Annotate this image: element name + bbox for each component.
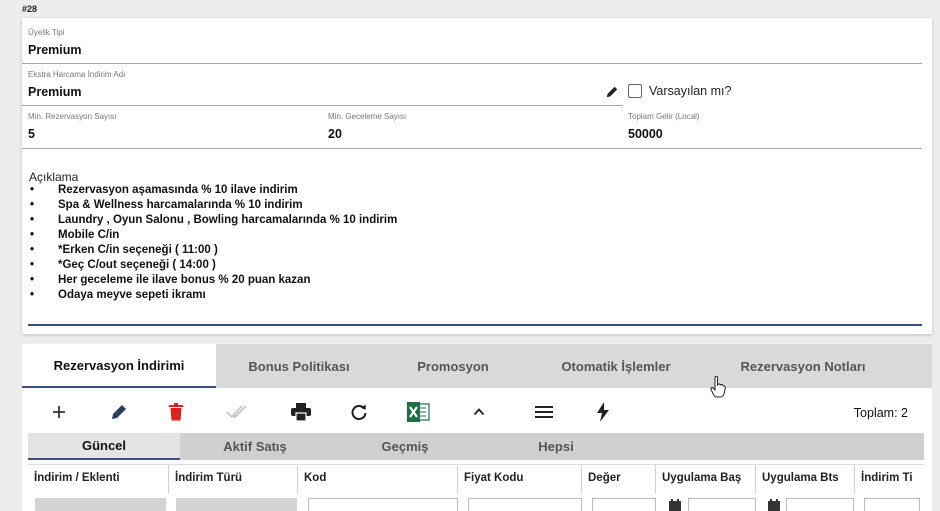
description-item: Laundry , Oyun Salonu , Bowling harcamal… [29, 214, 397, 229]
add-icon [53, 406, 65, 418]
total-count: Toplam: 2 [853, 406, 908, 420]
collapse-button[interactable] [466, 399, 492, 425]
delete-icon [169, 403, 183, 421]
default-checkbox-label: Varsayılan mı? [649, 84, 732, 98]
excel-export-button[interactable] [405, 399, 431, 425]
pencil-icon[interactable] [605, 85, 619, 99]
calendar-icon[interactable] [669, 499, 681, 511]
membership-type-value: Premium [28, 43, 82, 57]
min-nights-label: Min. Geceleme Sayısı [328, 112, 407, 121]
edit-button[interactable] [106, 399, 132, 425]
column-header[interactable]: İndirim / Eklenti [28, 465, 169, 493]
approve-button[interactable] [224, 399, 250, 425]
filter-input[interactable] [864, 498, 920, 511]
subtab-past[interactable]: Geçmiş [330, 433, 480, 460]
column-header[interactable]: Uygulama Bts [756, 465, 855, 493]
tab-reservation-notes[interactable]: Rezervasyon Notları [708, 344, 898, 388]
description-underline [28, 324, 922, 326]
grid-header: İndirim / Eklenti İndirim Türü Kod Fiyat… [28, 464, 924, 493]
default-checkbox[interactable] [628, 84, 642, 98]
description-label: Açıklama [29, 170, 79, 184]
collapse-icon [473, 408, 485, 416]
subtab-all[interactable]: Hepsi [480, 433, 632, 460]
description-item: *Erken C/in seçeneği ( 11:00 ) [29, 244, 397, 259]
column-header[interactable]: Uygulama Baş [656, 465, 756, 493]
description-item: Mobile C/in [29, 229, 397, 244]
total-income-value: 50000 [628, 127, 663, 141]
description-item: Odaya meyve sepeti ikramı [29, 289, 397, 304]
add-button[interactable] [46, 399, 72, 425]
subtab-active-sale[interactable]: Aktif Satış [180, 433, 330, 460]
flash-button[interactable] [590, 399, 616, 425]
description-item: Spa & Wellness harcamalarında % 10 indir… [29, 199, 397, 214]
hand-cursor-icon [710, 376, 726, 398]
subtab-bar: Güncel Aktif Satış Geçmiş Hepsi [28, 433, 924, 460]
extra-discount-name-value: Premium [28, 85, 82, 99]
grid-toolbar: Toplam: 2 [22, 391, 932, 433]
total-income-label: Toplam Gelir (Local) [628, 112, 700, 121]
record-id: #28 [22, 4, 38, 14]
tab-promotion[interactable]: Promosyon [382, 344, 524, 388]
min-reservations-label: Min. Rezervasyon Sayısı [28, 112, 117, 121]
tab-bonus-policy[interactable]: Bonus Politikası [216, 344, 382, 388]
membership-type-label: Üyelik Tipi [28, 28, 65, 37]
refresh-icon [351, 404, 367, 420]
min-nights-field[interactable]: Min. Geceleme Sayısı 20 [322, 110, 623, 149]
membership-type-field[interactable]: Üyelik Tipi Premium [22, 26, 922, 64]
filter-date-input[interactable] [688, 498, 756, 511]
detail-panel: Rezervasyon İndirimi Bonus Politikası Pr… [22, 344, 932, 511]
delete-button[interactable] [163, 399, 189, 425]
form-card: Üyelik Tipi Premium Ekstra Harcama İndir… [22, 18, 932, 334]
grid-filter-row [28, 498, 924, 511]
print-button[interactable] [288, 399, 314, 425]
menu-button[interactable] [531, 399, 557, 425]
tab-automatic-operations[interactable]: Otomatik İşlemler [524, 344, 708, 388]
menu-icon [535, 406, 553, 418]
refresh-button[interactable] [346, 399, 372, 425]
description-item: Her geceleme ile ilave bonus % 20 puan k… [29, 274, 397, 289]
column-header[interactable]: İndirim Türü [169, 465, 298, 493]
approve-icon [226, 405, 247, 419]
description-item: Rezervasyon aşamasında % 10 ilave indiri… [29, 184, 397, 199]
default-checkbox-row[interactable]: Varsayılan mı? [628, 84, 731, 98]
column-header[interactable]: Fiyat Kodu [458, 465, 582, 493]
tab-reservation-discount[interactable]: Rezervasyon İndirimi [22, 344, 216, 388]
min-nights-value: 20 [328, 127, 342, 141]
excel-icon [407, 402, 430, 422]
min-reservations-field[interactable]: Min. Rezervasyon Sayısı 5 [22, 110, 324, 149]
description-list[interactable]: Rezervasyon aşamasında % 10 ilave indiri… [29, 184, 397, 304]
column-header[interactable]: Kod [298, 465, 458, 493]
subtab-current[interactable]: Güncel [28, 433, 180, 460]
calendar-icon[interactable] [768, 499, 780, 511]
filter-date-input[interactable] [786, 498, 854, 511]
filter-select[interactable] [35, 498, 166, 511]
extra-discount-name-field[interactable]: Ekstra Harcama İndirim Adı Premium [22, 68, 623, 106]
print-icon [291, 403, 311, 421]
total-income-field[interactable]: Toplam Gelir (Local) 50000 [622, 110, 922, 149]
filter-input[interactable] [308, 498, 458, 511]
flash-icon [597, 402, 609, 422]
column-header[interactable]: İndirim Ti [855, 465, 924, 493]
filter-input[interactable] [468, 498, 582, 511]
tab-bar: Rezervasyon İndirimi Bonus Politikası Pr… [22, 344, 932, 388]
description-item: *Geç C/out seçeneği ( 14:00 ) [29, 259, 397, 274]
edit-icon [112, 405, 126, 419]
min-reservations-value: 5 [28, 127, 35, 141]
page: #28 Üyelik Tipi Premium Ekstra Harcama İ… [0, 0, 940, 511]
column-header[interactable]: Değer [582, 465, 656, 493]
filter-input[interactable] [592, 498, 656, 511]
filter-select[interactable] [176, 498, 297, 511]
extra-discount-name-label: Ekstra Harcama İndirim Adı [28, 70, 126, 79]
